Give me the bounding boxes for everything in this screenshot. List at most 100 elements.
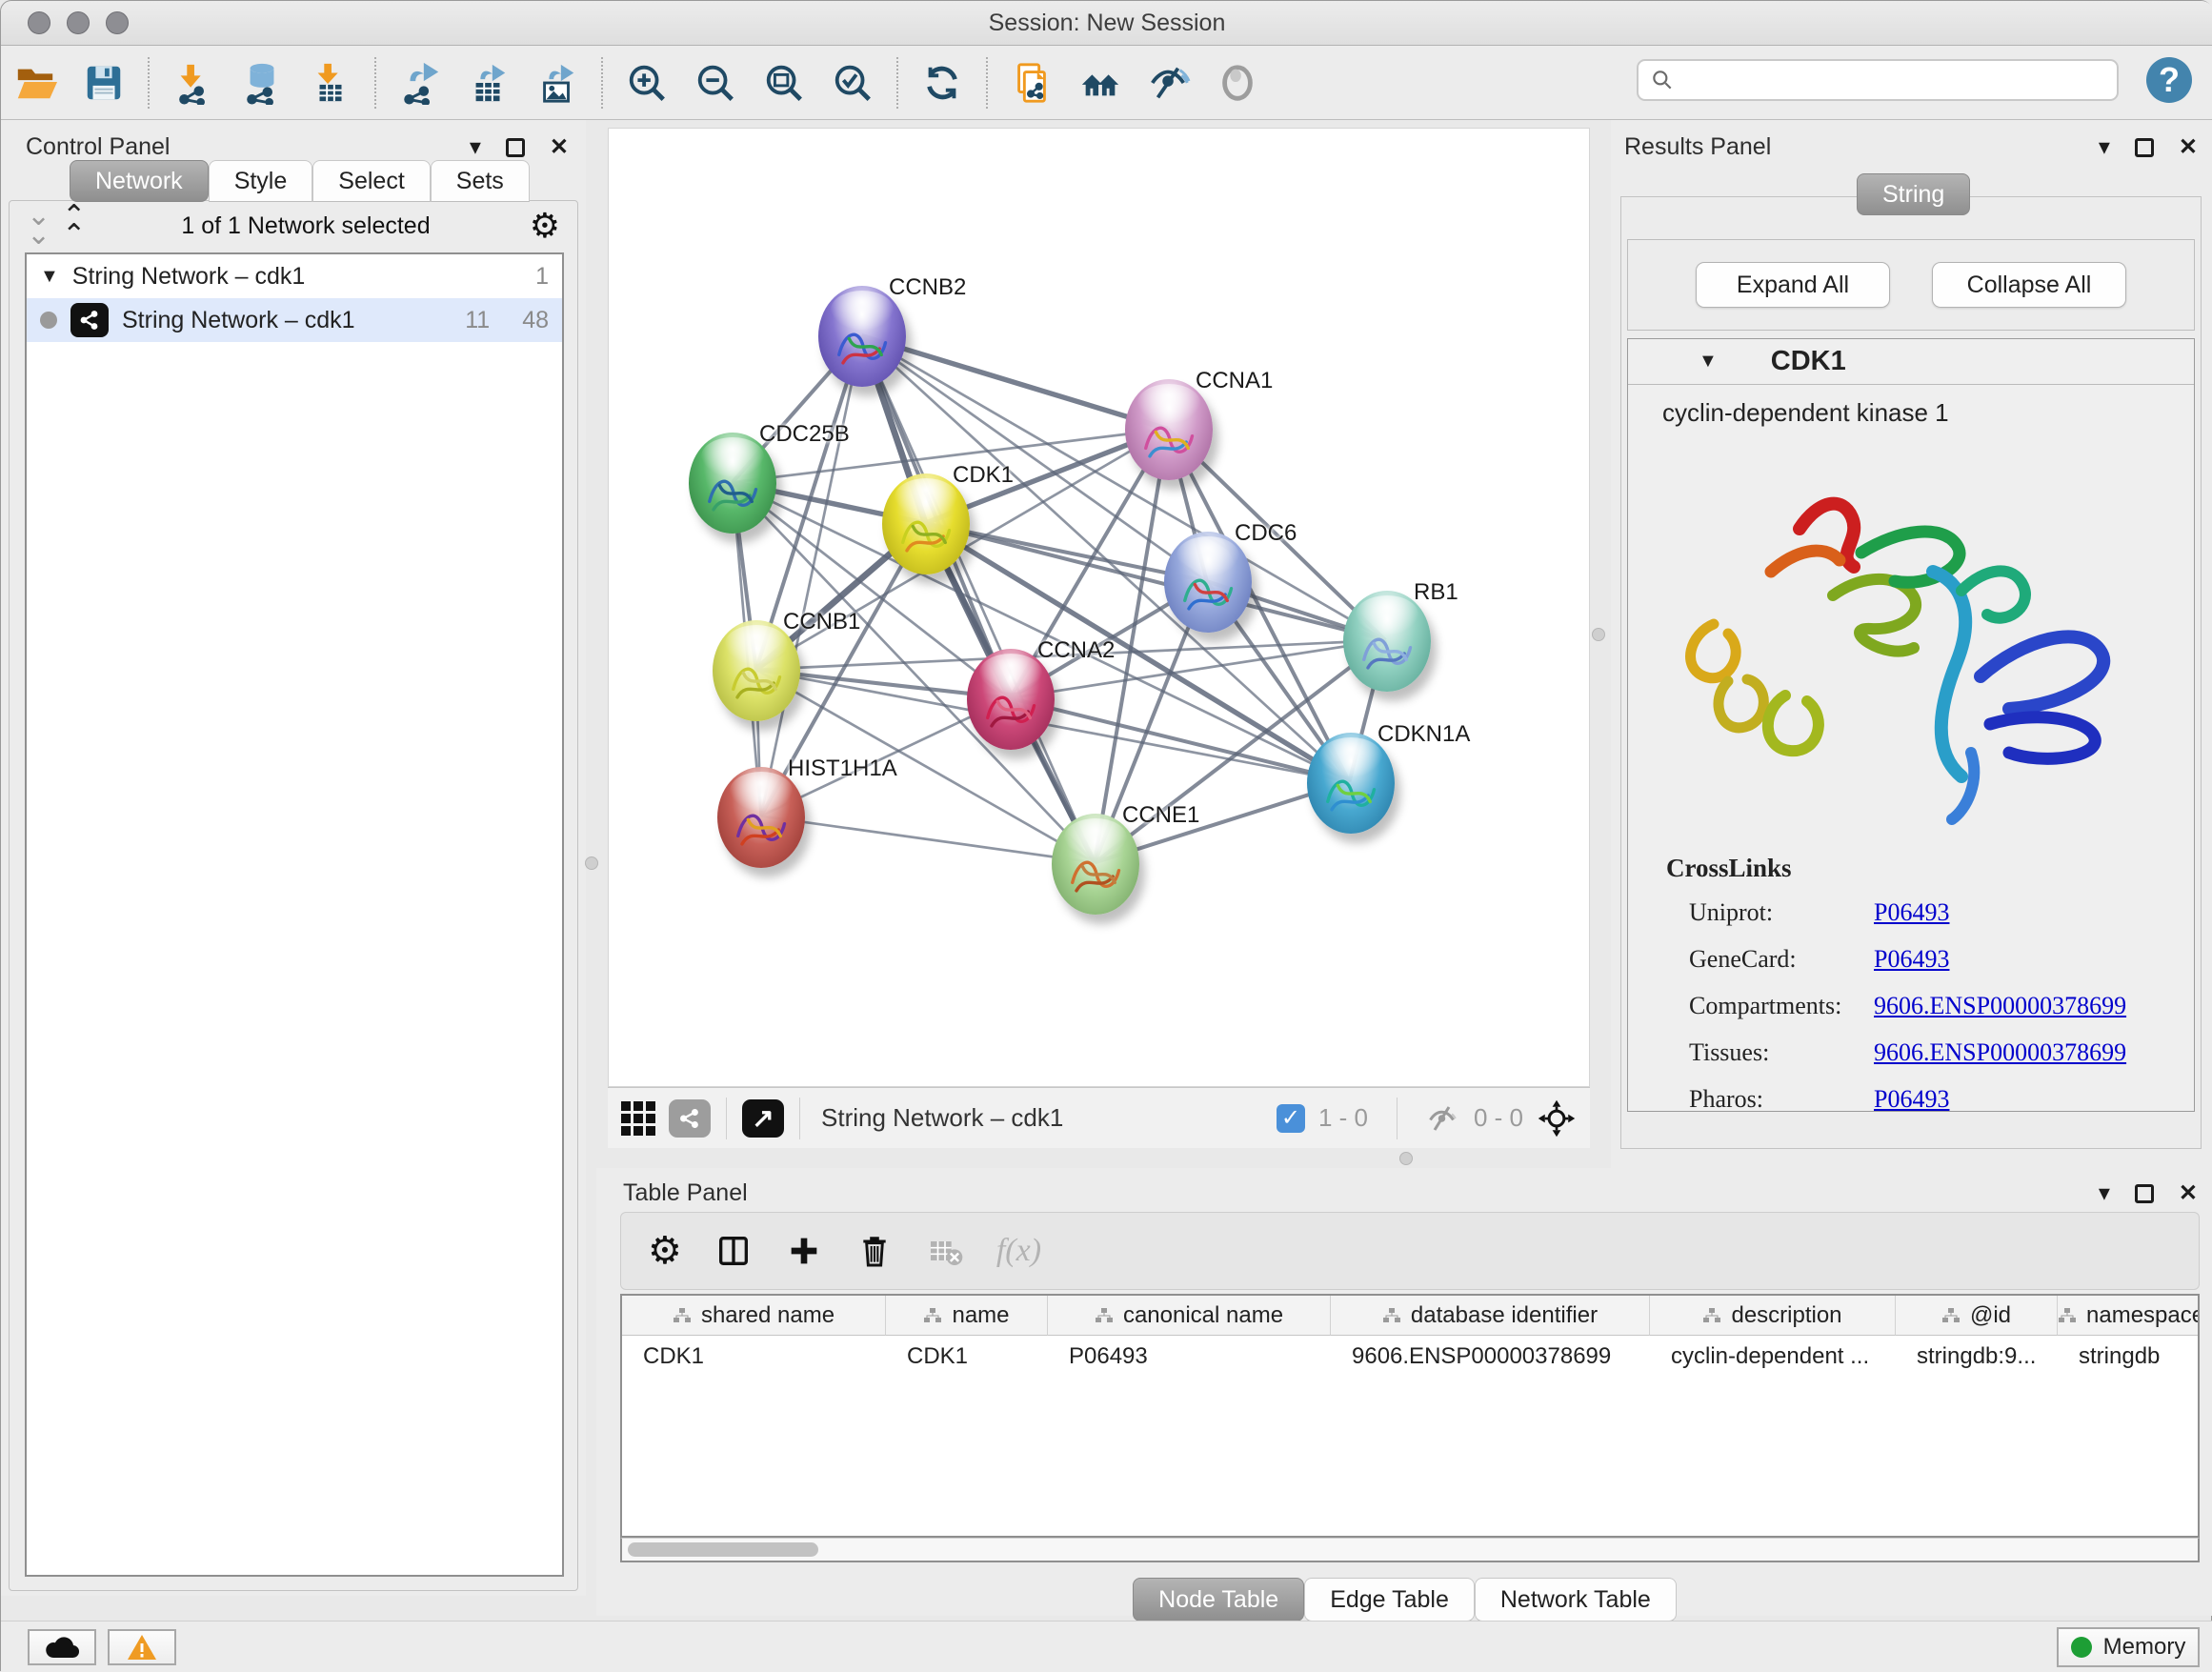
column-header[interactable]: @id: [1896, 1296, 2058, 1336]
crosslink-genecard-link[interactable]: P06493: [1874, 945, 1949, 974]
cell-description[interactable]: cyclin-dependent ...: [1650, 1336, 1896, 1378]
birds-eye-view-icon[interactable]: ↗: [742, 1099, 784, 1138]
export-network-icon[interactable]: [396, 59, 444, 107]
network-row[interactable]: String Network – cdk1 11 48: [27, 298, 562, 342]
crosslink-compartments-link[interactable]: 9606.ENSP00000378699: [1874, 992, 2126, 1020]
selected-counts: 1 - 0: [1318, 1103, 1368, 1133]
collapse-all-button[interactable]: Collapse All: [1932, 262, 2126, 308]
show-columns-icon[interactable]: [714, 1232, 753, 1270]
tab-string[interactable]: String: [1857, 173, 1970, 215]
network-node-rb1[interactable]: RB1: [1343, 591, 1431, 692]
cell-shared-name[interactable]: CDK1: [622, 1336, 886, 1378]
crosslink-uniprot-link[interactable]: P06493: [1874, 898, 1949, 927]
tab-network-table[interactable]: Network Table: [1475, 1578, 1677, 1622]
search-box[interactable]: [1637, 59, 2119, 101]
warnings-button[interactable]: [108, 1629, 176, 1665]
network-node-ccnb2[interactable]: CCNB2: [818, 286, 906, 387]
table-panel-menu-icon[interactable]: ▾: [2099, 1179, 2110, 1207]
network-node-ccna1[interactable]: CCNA1: [1125, 379, 1213, 480]
network-node-cdc6[interactable]: CDC6: [1164, 532, 1252, 633]
save-session-icon[interactable]: [80, 59, 128, 107]
network-node-ccnb1[interactable]: CCNB1: [713, 620, 800, 721]
column-header[interactable]: description: [1650, 1296, 1896, 1336]
collection-expander-icon[interactable]: ▼: [40, 266, 59, 288]
control-panel-menu-icon[interactable]: ▾: [470, 133, 481, 161]
tab-style[interactable]: Style: [209, 160, 313, 202]
network-node-hist1h1a[interactable]: HIST1H1A: [717, 767, 805, 868]
memory-button[interactable]: Memory: [2057, 1627, 2200, 1667]
cell-canonical-name[interactable]: P06493: [1048, 1336, 1331, 1378]
clone-network-icon[interactable]: [1008, 59, 1056, 107]
zoom-out-icon[interactable]: [692, 59, 739, 107]
table-row[interactable]: CDK1 CDK1 P06493 9606.ENSP00000378699 cy…: [622, 1336, 2198, 1378]
selected-checkbox-icon[interactable]: ✓: [1277, 1104, 1305, 1133]
toolbar-separator: [726, 1098, 727, 1139]
control-panel-close-icon[interactable]: ✕: [550, 133, 569, 161]
column-header[interactable]: canonical name: [1048, 1296, 1331, 1336]
crosslink-tissues-link[interactable]: 9606.ENSP00000378699: [1874, 1038, 2126, 1067]
tab-edge-table[interactable]: Edge Table: [1304, 1578, 1475, 1622]
column-header[interactable]: namespace: [2058, 1296, 2200, 1336]
network-node-ccne1[interactable]: CCNE1: [1052, 814, 1139, 915]
crosslink-pharos-link[interactable]: P06493: [1874, 1085, 1949, 1114]
zoom-fit-icon[interactable]: [760, 59, 808, 107]
results-panel-float-icon[interactable]: [2135, 138, 2154, 157]
network-options-gear-icon[interactable]: ⚙: [530, 206, 560, 246]
network-node-cdk1[interactable]: CDK1: [882, 473, 970, 574]
column-header[interactable]: database identifier: [1331, 1296, 1650, 1336]
column-header[interactable]: name: [886, 1296, 1048, 1336]
import-table-icon[interactable]: [307, 59, 354, 107]
show-all-icon[interactable]: [1214, 59, 1261, 107]
hide-selected-icon[interactable]: [1145, 59, 1193, 107]
delete-table-icon[interactable]: [926, 1232, 964, 1270]
cell-database-identifier[interactable]: 9606.ENSP00000378699: [1331, 1336, 1650, 1378]
column-header[interactable]: shared name: [622, 1296, 886, 1336]
open-session-icon[interactable]: [11, 59, 59, 107]
network-canvas[interactable]: CCNB2 CCNA1 CDC25B CDK1 CDC6 RB1 CCNB1 CCNA2 CDK…: [608, 128, 1590, 1087]
cell-id[interactable]: stringdb:9...: [1896, 1336, 2058, 1378]
results-panel-close-icon[interactable]: ✕: [2179, 133, 2198, 161]
table-options-gear-icon[interactable]: ⚙: [648, 1229, 682, 1273]
results-panel-menu-icon[interactable]: ▾: [2099, 133, 2110, 161]
refresh-icon[interactable]: [918, 59, 966, 107]
network-node-cdc25b[interactable]: CDC25B: [689, 433, 776, 534]
string-style-icon[interactable]: [669, 1099, 711, 1138]
horizontal-splitter-handle[interactable]: [1399, 1152, 1413, 1165]
fit-selected-crosshair-icon[interactable]: [1537, 1098, 1577, 1138]
zoom-in-icon[interactable]: [623, 59, 671, 107]
cell-name[interactable]: CDK1: [886, 1336, 1048, 1378]
export-table-icon[interactable]: [465, 59, 513, 107]
expand-all-networks-icon[interactable]: ⌃⌃: [62, 207, 82, 245]
cell-namespace[interactable]: stringdb: [2058, 1336, 2198, 1378]
grid-view-icon[interactable]: [621, 1101, 655, 1136]
node-label: CDK1: [953, 462, 1014, 489]
import-database-icon[interactable]: [238, 59, 286, 107]
network-node-ccna2[interactable]: CCNA2: [967, 649, 1055, 750]
cloud-button[interactable]: [28, 1629, 96, 1665]
table-panel-close-icon[interactable]: ✕: [2179, 1179, 2198, 1207]
search-input[interactable]: [1682, 67, 2117, 93]
collapse-all-networks-icon[interactable]: ⌄⌄: [27, 207, 47, 245]
vertical-splitter-handle[interactable]: [585, 856, 598, 870]
add-column-icon[interactable]: [785, 1232, 823, 1270]
help-icon[interactable]: ?: [2146, 57, 2192, 103]
vertical-splitter-handle[interactable]: [1592, 628, 1605, 641]
table-panel-float-icon[interactable]: [2135, 1184, 2154, 1203]
expand-all-button[interactable]: Expand All: [1696, 262, 1890, 308]
tab-sets[interactable]: Sets: [431, 160, 530, 202]
export-image-icon[interactable]: [533, 59, 581, 107]
scrollbar-thumb[interactable]: [628, 1542, 818, 1557]
function-builder-icon[interactable]: f(x): [996, 1233, 1041, 1269]
tab-select[interactable]: Select: [312, 160, 430, 202]
tab-network[interactable]: Network: [70, 160, 209, 202]
network-collection-row[interactable]: ▼ String Network – cdk1 1: [27, 254, 562, 298]
tab-node-table[interactable]: Node Table: [1133, 1578, 1304, 1622]
zoom-selected-icon[interactable]: [829, 59, 876, 107]
table-horizontal-scrollbar[interactable]: [620, 1538, 2200, 1562]
first-neighbors-icon[interactable]: [1076, 59, 1124, 107]
network-node-cdkn1a[interactable]: CDKN1A: [1307, 733, 1395, 834]
cdk1-expander-icon[interactable]: ▼: [1699, 351, 1718, 373]
control-panel-float-icon[interactable]: [506, 138, 525, 157]
delete-column-icon[interactable]: [855, 1232, 894, 1270]
import-network-icon[interactable]: [170, 59, 217, 107]
